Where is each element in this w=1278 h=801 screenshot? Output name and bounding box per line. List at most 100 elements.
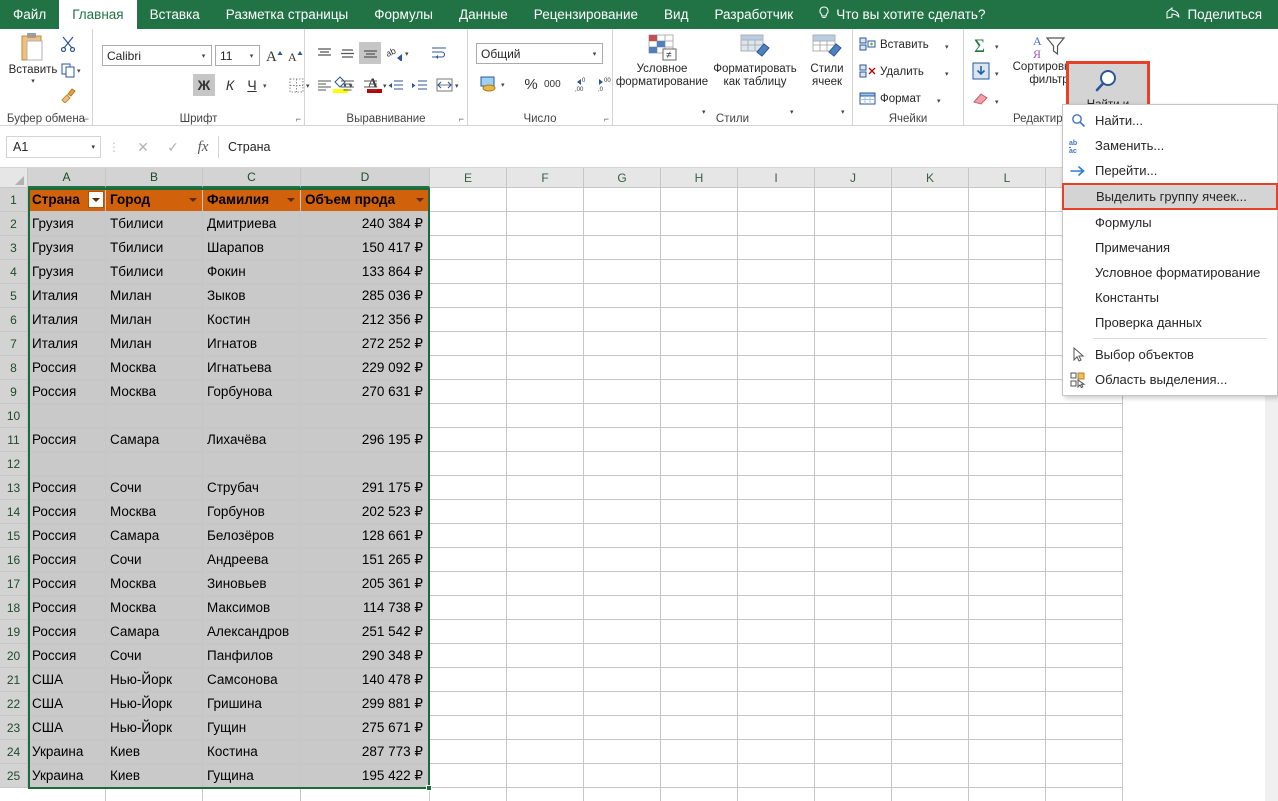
table-row[interactable]: 275 671 ₽ bbox=[301, 716, 430, 740]
format-cells-button[interactable]: Формат bbox=[859, 91, 921, 107]
copy-button[interactable] bbox=[57, 59, 79, 81]
empty-cell[interactable] bbox=[661, 380, 738, 404]
tab-file[interactable]: Файл bbox=[0, 0, 59, 29]
empty-cell[interactable] bbox=[661, 716, 738, 740]
empty-cell[interactable] bbox=[738, 260, 815, 284]
table-row[interactable]: Сочи bbox=[106, 548, 203, 572]
table-row[interactable]: 114 738 ₽ bbox=[301, 596, 430, 620]
empty-cell[interactable] bbox=[661, 764, 738, 788]
column-header-f[interactable]: F bbox=[507, 168, 584, 188]
table-row[interactable]: 202 523 ₽ bbox=[301, 500, 430, 524]
empty-cell[interactable] bbox=[738, 428, 815, 452]
table-row[interactable]: Россия bbox=[28, 428, 106, 452]
empty-cell[interactable] bbox=[661, 740, 738, 764]
table-row[interactable]: 133 864 ₽ bbox=[301, 260, 430, 284]
table-row[interactable]: Костин bbox=[203, 308, 301, 332]
empty-cell[interactable] bbox=[969, 668, 1046, 692]
table-row[interactable]: Россия bbox=[28, 620, 106, 644]
row-header-9[interactable]: 9 bbox=[0, 380, 28, 404]
empty-cell[interactable] bbox=[661, 524, 738, 548]
format-painter-button[interactable] bbox=[57, 84, 79, 106]
empty-cell[interactable] bbox=[738, 476, 815, 500]
table-header-cell[interactable]: Город bbox=[106, 188, 203, 212]
filter-dropdown-icon[interactable] bbox=[283, 191, 299, 208]
table-row[interactable]: Самара bbox=[106, 620, 203, 644]
empty-cell[interactable] bbox=[892, 332, 969, 356]
table-row[interactable]: Шарапов bbox=[203, 236, 301, 260]
empty-cell[interactable] bbox=[738, 380, 815, 404]
table-row[interactable]: Россия bbox=[28, 356, 106, 380]
table-row[interactable]: Панфилов bbox=[203, 644, 301, 668]
empty-cell[interactable] bbox=[430, 692, 507, 716]
empty-cell[interactable] bbox=[738, 500, 815, 524]
table-row[interactable]: Гущин bbox=[203, 716, 301, 740]
empty-cell[interactable] bbox=[507, 716, 584, 740]
menu-item[interactable]: abacЗаменить... bbox=[1063, 133, 1277, 158]
empty-cell[interactable] bbox=[584, 788, 661, 801]
empty-cell[interactable] bbox=[584, 572, 661, 596]
empty-cell[interactable] bbox=[892, 404, 969, 428]
clipboard-dialog-launcher[interactable]: ⌐ bbox=[84, 114, 89, 124]
empty-cell[interactable] bbox=[892, 308, 969, 332]
empty-cell[interactable] bbox=[661, 596, 738, 620]
increase-font-button[interactable]: A bbox=[265, 46, 285, 70]
row-header-23[interactable]: 23 bbox=[0, 716, 28, 740]
table-row[interactable]: Зыков bbox=[203, 284, 301, 308]
autosum-chevron-icon[interactable]: ▾ bbox=[995, 43, 999, 51]
empty-cell[interactable] bbox=[815, 428, 892, 452]
empty-cell[interactable] bbox=[969, 692, 1046, 716]
empty-cell[interactable] bbox=[507, 596, 584, 620]
empty-cell[interactable] bbox=[892, 572, 969, 596]
empty-cell[interactable] bbox=[507, 788, 584, 801]
table-row[interactable]: Москва bbox=[106, 596, 203, 620]
empty-cell[interactable] bbox=[584, 404, 661, 428]
table-row[interactable]: 272 252 ₽ bbox=[301, 332, 430, 356]
table-row[interactable]: Россия bbox=[28, 548, 106, 572]
empty-cell[interactable] bbox=[584, 524, 661, 548]
empty-cell[interactable] bbox=[584, 452, 661, 476]
empty-cell[interactable] bbox=[738, 188, 815, 212]
align-left-button[interactable] bbox=[313, 74, 335, 96]
row-header-3[interactable]: 3 bbox=[0, 236, 28, 260]
empty-cell[interactable] bbox=[661, 548, 738, 572]
empty-cell[interactable] bbox=[661, 356, 738, 380]
empty-cell[interactable] bbox=[430, 500, 507, 524]
row-header-8[interactable]: 8 bbox=[0, 356, 28, 380]
empty-cell[interactable] bbox=[661, 404, 738, 428]
table-row[interactable]: Москва bbox=[106, 380, 203, 404]
empty-cell[interactable] bbox=[969, 644, 1046, 668]
table-row[interactable]: Гущина bbox=[203, 764, 301, 788]
empty-cell[interactable] bbox=[969, 284, 1046, 308]
table-row[interactable]: Россия bbox=[28, 500, 106, 524]
empty-cell[interactable] bbox=[969, 500, 1046, 524]
empty-cell[interactable] bbox=[969, 260, 1046, 284]
paste-chevron-icon[interactable]: ▾ bbox=[31, 77, 35, 85]
empty-cell[interactable] bbox=[430, 308, 507, 332]
wrap-text-button[interactable] bbox=[428, 42, 450, 64]
table-row[interactable]: Самара bbox=[106, 428, 203, 452]
empty-cell[interactable] bbox=[584, 596, 661, 620]
empty-cell[interactable] bbox=[507, 524, 584, 548]
number-format-combo[interactable]: Общий ▾ bbox=[476, 43, 603, 64]
table-row[interactable]: Александров bbox=[203, 620, 301, 644]
row-header-18[interactable]: 18 bbox=[0, 596, 28, 620]
table-row[interactable]: 128 661 ₽ bbox=[301, 524, 430, 548]
empty-cell[interactable] bbox=[969, 428, 1046, 452]
table-row[interactable]: Украина bbox=[28, 740, 106, 764]
empty-cell[interactable] bbox=[1046, 476, 1123, 500]
column-header-a[interactable]: A bbox=[28, 168, 106, 188]
row-header-5[interactable]: 5 bbox=[0, 284, 28, 308]
empty-cell[interactable] bbox=[815, 572, 892, 596]
empty-cell[interactable] bbox=[738, 524, 815, 548]
name-box-chevron-icon[interactable]: ▾ bbox=[91, 143, 95, 151]
empty-cell[interactable] bbox=[28, 788, 106, 801]
orientation-chevron-icon[interactable]: ▾ bbox=[405, 50, 409, 58]
table-row[interactable]: 229 092 ₽ bbox=[301, 356, 430, 380]
empty-cell[interactable] bbox=[584, 332, 661, 356]
empty-cell[interactable] bbox=[892, 260, 969, 284]
empty-cell[interactable] bbox=[1046, 620, 1123, 644]
empty-cell[interactable] bbox=[1046, 740, 1123, 764]
tab-home[interactable]: Главная bbox=[59, 0, 136, 29]
empty-cell[interactable] bbox=[892, 788, 969, 801]
empty-cell[interactable] bbox=[738, 668, 815, 692]
